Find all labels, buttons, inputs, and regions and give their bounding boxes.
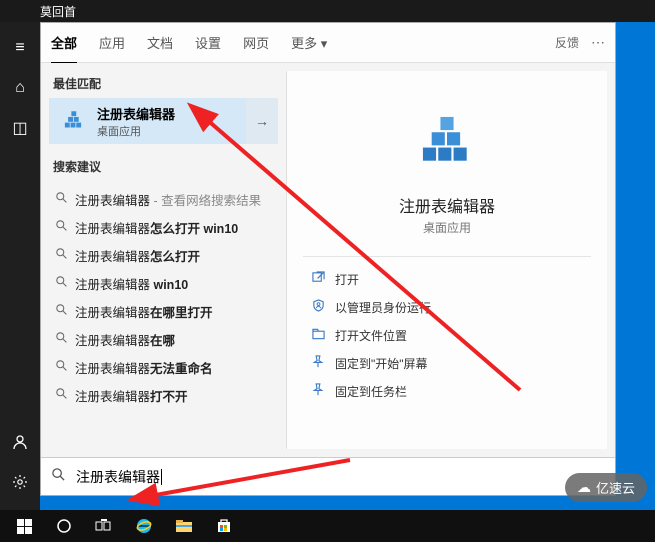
suggestions-header: 搜索建议: [53, 158, 286, 175]
feedback-link[interactable]: 反馈: [555, 34, 579, 51]
start-button[interactable]: [4, 510, 44, 542]
search-input-value: 注册表编辑器: [76, 467, 160, 487]
menu-icon[interactable]: ≡: [0, 28, 40, 68]
open-icon: [307, 271, 329, 287]
suggestion-item[interactable]: 注册表编辑器打不开: [49, 381, 286, 409]
suggestion-item[interactable]: 注册表编辑器 - 查看网络搜索结果: [49, 185, 286, 213]
action-admin[interactable]: 以管理员身份运行: [307, 293, 607, 321]
regedit-icon: [57, 105, 89, 137]
action-open[interactable]: 打开: [307, 265, 607, 293]
browser-tab-title: 莫回首: [40, 3, 76, 20]
search-icon: [51, 247, 71, 263]
tab-web[interactable]: 网页: [243, 33, 269, 52]
action-pin-task[interactable]: 固定到任务栏: [307, 377, 607, 405]
settings-icon[interactable]: [0, 462, 40, 502]
ie-icon[interactable]: [124, 510, 164, 542]
watermark-badge: ☁ 亿速云: [565, 473, 647, 502]
search-input-bar[interactable]: 注册表编辑器: [41, 457, 615, 495]
cortana-circle-icon[interactable]: [44, 510, 84, 542]
watermark-text: 亿速云: [596, 478, 635, 497]
home-icon[interactable]: ⌂: [0, 68, 40, 108]
search-icon: [51, 359, 71, 375]
search-tabs: 全部 应用 文档 设置 网页 更多 ▾ 反馈 ⋯: [41, 23, 615, 63]
expand-arrow-button[interactable]: →: [246, 98, 278, 144]
user-icon[interactable]: [0, 422, 40, 462]
explorer-icon[interactable]: [164, 510, 204, 542]
best-match-header: 最佳匹配: [53, 75, 286, 92]
tab-more[interactable]: 更多 ▾: [291, 33, 327, 52]
detail-title: 注册表编辑器: [399, 193, 495, 217]
app-icon-large: [407, 101, 487, 181]
search-results-panel: 全部 应用 文档 设置 网页 更多 ▾ 反馈 ⋯ 最佳匹配 注册表编辑器: [40, 22, 616, 496]
action-list: 打开以管理员身份运行打开文件位置固定到"开始"屏幕固定到任务栏: [287, 265, 607, 405]
suggestion-item[interactable]: 注册表编辑器无法重命名: [49, 353, 286, 381]
watermark-icon: ☁: [577, 479, 591, 496]
detail-subtitle: 桌面应用: [423, 219, 471, 236]
search-icon: [51, 191, 71, 207]
suggestion-item[interactable]: 注册表编辑器在哪里打开: [49, 297, 286, 325]
results-left-column: 最佳匹配 注册表编辑器 桌面应用 → 搜索建议 注册表编辑器 - 查看网络搜索结…: [41, 63, 286, 457]
suggestion-item[interactable]: 注册表编辑器 win10: [49, 269, 286, 297]
admin-icon: [307, 299, 329, 315]
suggestion-list: 注册表编辑器 - 查看网络搜索结果注册表编辑器怎么打开 win10注册表编辑器怎…: [49, 185, 286, 409]
start-left-rail: ≡ ⌂ ◫: [0, 22, 40, 542]
suggestion-item[interactable]: 注册表编辑器在哪: [49, 325, 286, 353]
suggestion-item[interactable]: 注册表编辑器怎么打开 win10: [49, 213, 286, 241]
search-icon: [51, 219, 71, 235]
pin-start-icon: [307, 355, 329, 371]
tab-docs[interactable]: 文档: [147, 33, 173, 52]
best-match-title: 注册表编辑器: [97, 104, 175, 123]
tab-apps[interactable]: 应用: [99, 33, 125, 52]
best-match-subtitle: 桌面应用: [97, 123, 175, 139]
action-pin-start[interactable]: 固定到"开始"屏幕: [307, 349, 607, 377]
taskbar: [0, 510, 655, 542]
results-detail-pane: 注册表编辑器 桌面应用 打开以管理员身份运行打开文件位置固定到"开始"屏幕固定到…: [286, 71, 607, 449]
pin-task-icon: [307, 383, 329, 399]
search-icon: [51, 331, 71, 347]
search-icon: [51, 275, 71, 291]
best-match-item[interactable]: 注册表编辑器 桌面应用 →: [49, 98, 278, 144]
search-icon: [51, 387, 71, 403]
search-icon: [51, 467, 66, 486]
folder-icon: [307, 328, 329, 343]
store-icon[interactable]: [204, 510, 244, 542]
more-menu-icon[interactable]: ⋯: [591, 34, 605, 51]
recent-icon[interactable]: ◫: [0, 108, 40, 148]
separator: [303, 256, 591, 257]
tab-all[interactable]: 全部: [51, 33, 77, 64]
search-icon: [51, 303, 71, 319]
action-folder[interactable]: 打开文件位置: [307, 321, 607, 349]
tab-settings[interactable]: 设置: [195, 33, 221, 52]
suggestion-item[interactable]: 注册表编辑器怎么打开: [49, 241, 286, 269]
task-view-icon[interactable]: [84, 510, 124, 542]
